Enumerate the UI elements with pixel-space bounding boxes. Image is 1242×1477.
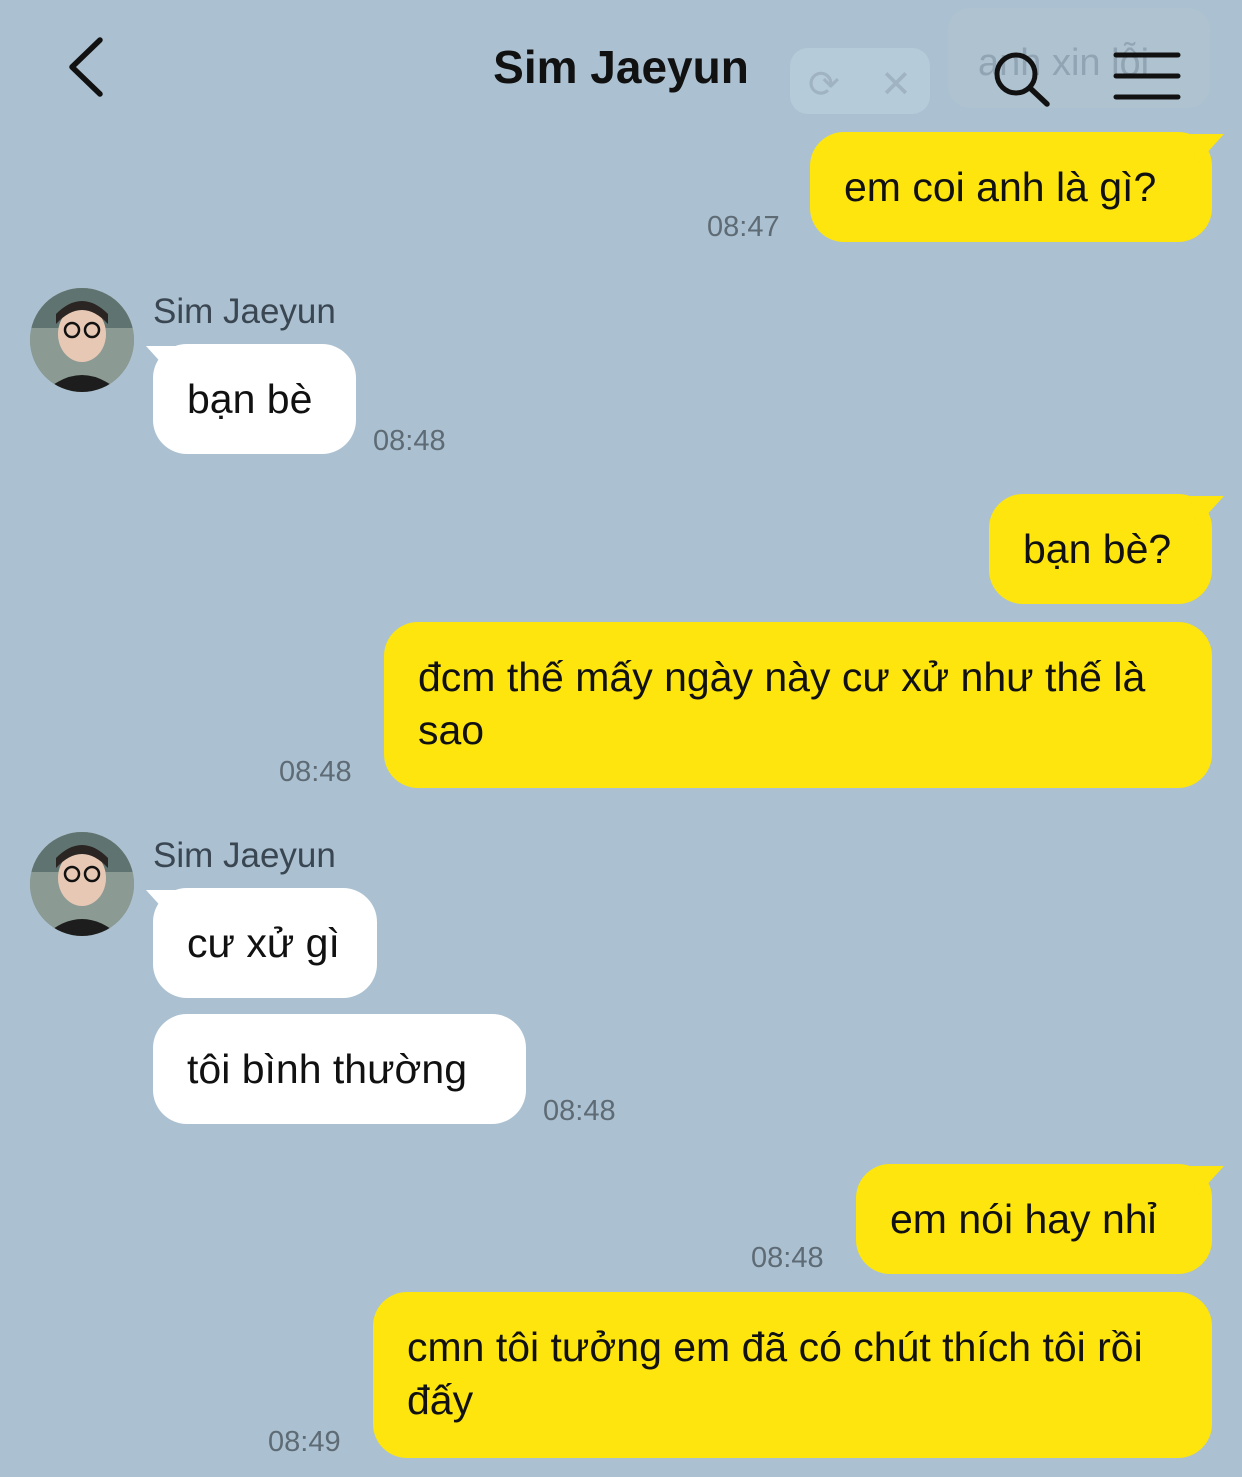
message-time: 08:49 bbox=[268, 1426, 341, 1458]
message-text: cư xử gì bbox=[187, 920, 340, 966]
message-time: 08:47 bbox=[707, 211, 780, 243]
incoming-message[interactable]: cư xử gì bbox=[153, 888, 377, 998]
incoming-message[interactable]: tôi bình thường bbox=[153, 1014, 526, 1124]
sender-name: Sim Jaeyun bbox=[153, 836, 336, 875]
message-text: em nói hay nhỉ bbox=[890, 1196, 1157, 1242]
chat-title: Sim Jaeyun bbox=[493, 41, 749, 93]
avatar-image bbox=[30, 288, 134, 392]
message-text: tôi bình thường bbox=[187, 1046, 468, 1092]
message-text: bạn bè bbox=[187, 376, 313, 422]
menu-icon bbox=[1113, 52, 1181, 100]
outgoing-message[interactable]: em nói hay nhỉ bbox=[856, 1164, 1212, 1274]
incoming-message[interactable]: bạn bè bbox=[153, 344, 356, 454]
search-icon bbox=[994, 52, 1050, 107]
chat-header: Sim Jaeyun bbox=[0, 0, 1242, 130]
sender-name: Sim Jaeyun bbox=[153, 292, 336, 331]
avatar[interactable] bbox=[30, 288, 134, 392]
message-text: em coi anh là gì? bbox=[844, 164, 1157, 210]
search-button[interactable] bbox=[990, 48, 1054, 112]
message-text: đcm thế mấy ngày này cư xử như thế là sa… bbox=[418, 654, 1146, 753]
outgoing-message[interactable]: đcm thế mấy ngày này cư xử như thế là sa… bbox=[384, 622, 1212, 788]
menu-button[interactable] bbox=[1112, 50, 1182, 102]
avatar[interactable] bbox=[30, 832, 134, 936]
message-time: 08:48 bbox=[751, 1242, 824, 1274]
outgoing-message[interactable]: cmn tôi tưởng em đã có chút thích tôi rồ… bbox=[373, 1292, 1212, 1458]
message-text: bạn bè? bbox=[1023, 526, 1172, 572]
message-time: 08:48 bbox=[373, 425, 446, 457]
outgoing-message[interactable]: em coi anh là gì? bbox=[810, 132, 1212, 242]
message-time: 08:48 bbox=[543, 1095, 616, 1127]
message-text: cmn tôi tưởng em đã có chút thích tôi rồ… bbox=[407, 1324, 1143, 1423]
message-time: 08:48 bbox=[279, 756, 352, 788]
outgoing-message[interactable]: bạn bè? bbox=[989, 494, 1212, 604]
avatar-image bbox=[30, 832, 134, 936]
chat-screen: anh xin lỗi ⟳ ✕ Sim Jaeyun em coi anh là… bbox=[0, 0, 1242, 1477]
